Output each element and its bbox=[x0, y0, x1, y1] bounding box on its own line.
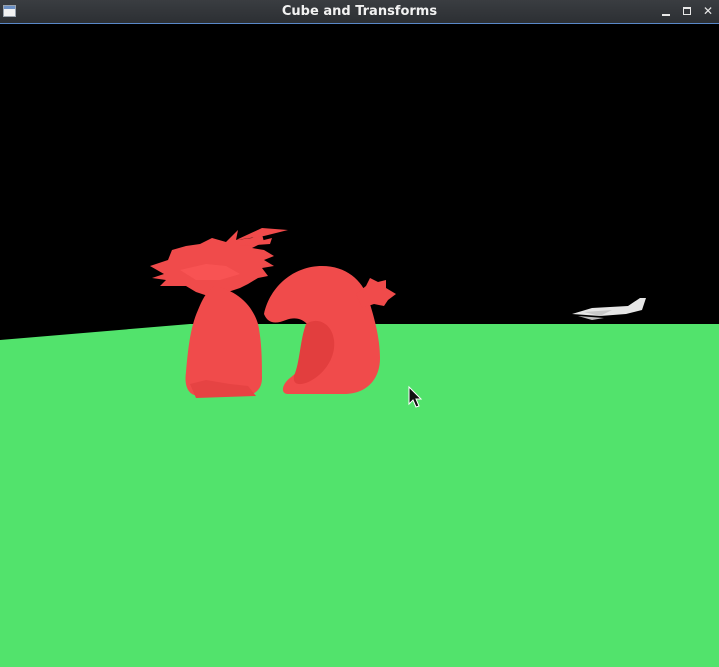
minimize-icon[interactable] bbox=[660, 4, 674, 18]
maximize-icon[interactable] bbox=[680, 4, 694, 18]
scene-canvas[interactable] bbox=[0, 24, 719, 667]
render-viewport[interactable] bbox=[0, 24, 719, 667]
app-window: Cube and Transforms ✕ bbox=[0, 0, 719, 667]
close-icon[interactable]: ✕ bbox=[701, 4, 715, 18]
airplane-model bbox=[572, 298, 646, 320]
window-title: Cube and Transforms bbox=[281, 4, 438, 19]
title-bar[interactable]: Cube and Transforms ✕ bbox=[0, 0, 719, 24]
